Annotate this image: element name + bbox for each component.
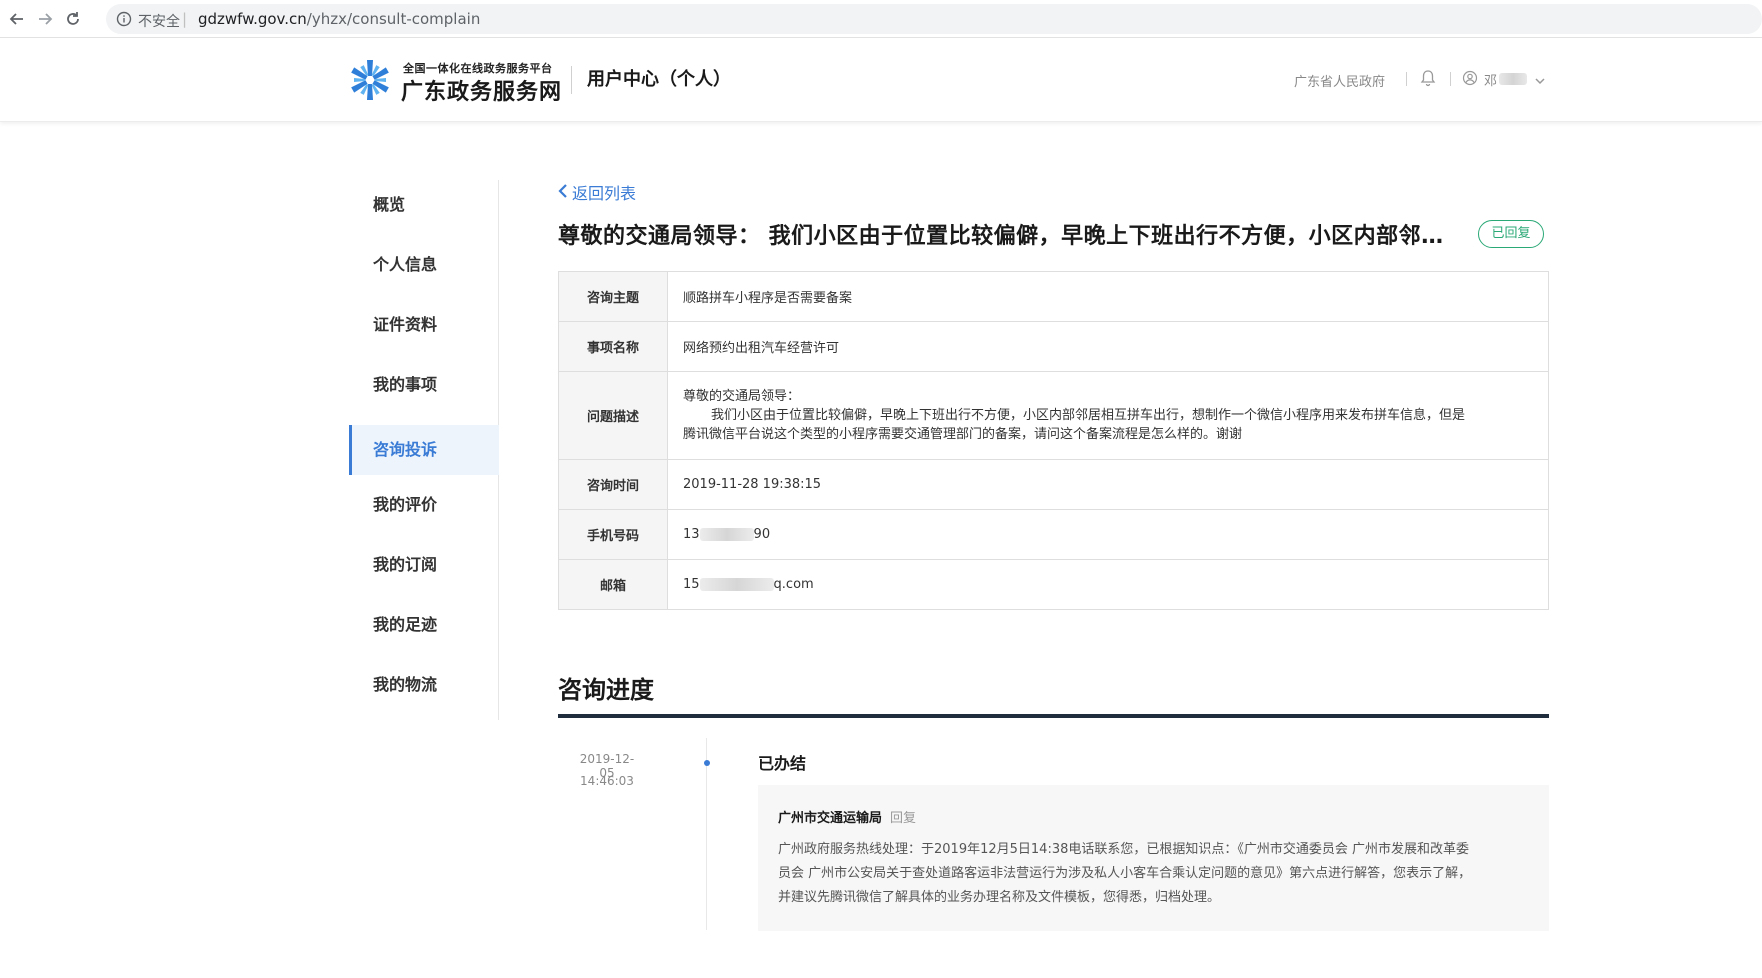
info-icon[interactable] — [116, 11, 132, 31]
table-row: 邮箱 15 q.com — [558, 559, 1549, 610]
sidebar-item-overview[interactable]: 概览 — [349, 180, 499, 230]
user-name[interactable]: 邓 — [1484, 70, 1497, 89]
consult-time-label: 咨询时间 — [558, 459, 668, 510]
url-path: /yhzx/consult-complain — [306, 10, 481, 28]
sidebar-item-my-reviews[interactable]: 我的评价 — [349, 480, 499, 530]
description-label: 问题描述 — [558, 371, 668, 460]
timeline-status: 已办结 — [758, 754, 807, 773]
timeline-line — [706, 738, 707, 930]
sidebar-item-my-matters[interactable]: 我的事项 — [349, 360, 499, 410]
table-row: 手机号码 13 90 — [558, 509, 1549, 560]
logo-title[interactable]: 广东政务服务网 — [401, 74, 562, 106]
site-logo-icon[interactable] — [348, 58, 392, 102]
progress-divider — [558, 714, 1549, 718]
url-host: gdzwfw.gov.cn — [198, 10, 307, 28]
item-name-label: 事项名称 — [558, 321, 668, 372]
table-row: 问题描述 尊敬的交通局领导： 我们小区由于位置比较偏僻，早晚上下班出行不方便，小… — [558, 371, 1549, 460]
sidebar-nav: 概览 个人信息 证件资料 我的事项 咨询投诉 我的评价 我的订阅 我的足迹 我的… — [349, 180, 499, 720]
page-title: 尊敬的交通局领导： 我们小区由于位置比较偏僻，早晚上下班出行不方便，小区内部邻居… — [558, 224, 1458, 249]
user-center-title: 用户中心（个人） — [587, 69, 731, 90]
insecure-label: 不安全 — [138, 14, 180, 30]
browser-toolbar: 不安全 | gdzwfw.gov.cn/yhzx/consult-complai… — [0, 0, 1762, 38]
header-separator — [1450, 72, 1451, 86]
back-arrow-icon[interactable] — [6, 8, 28, 30]
header-separator — [1406, 72, 1407, 86]
chevron-down-icon[interactable] — [1534, 72, 1546, 91]
reload-icon[interactable] — [62, 8, 84, 30]
address-bar[interactable]: 不安全 | gdzwfw.gov.cn/yhzx/consult-complai… — [106, 4, 1762, 34]
reply-tag: 回复 — [890, 811, 917, 826]
timeline-time: 14:46:03 — [580, 774, 634, 788]
user-name-redacted — [1499, 73, 1527, 85]
table-row: 事项名称 网络预约出租汽车经营许可 — [558, 321, 1549, 372]
url-text[interactable]: gdzwfw.gov.cn/yhzx/consult-complain — [198, 10, 480, 28]
chevron-left-icon — [558, 183, 568, 202]
reply-organization: 广州市交通运输局 — [778, 811, 883, 826]
table-row: 咨询主题 顺路拼车小程序是否需要备案 — [558, 271, 1549, 322]
table-row: 咨询时间 2019-11-28 19:38:15 — [558, 459, 1549, 510]
site-header: 全国一体化在线政务服务平台 广东政务服务网 用户中心（个人） 广东省人民政府 邓 — [0, 38, 1762, 122]
subject-label: 咨询主题 — [558, 271, 668, 322]
sidebar-item-my-logistics[interactable]: 我的物流 — [349, 660, 499, 710]
sidebar-item-personal-info[interactable]: 个人信息 — [349, 240, 499, 290]
item-name-value: 网络预约出租汽车经营许可 — [667, 321, 1549, 372]
email-prefix: 15 — [683, 577, 700, 592]
gov-link[interactable]: 广东省人民政府 — [1294, 71, 1385, 90]
email-suffix: q.com — [773, 577, 814, 592]
back-to-list-link[interactable]: 返回列表 — [558, 180, 636, 204]
bell-icon[interactable] — [1420, 69, 1436, 91]
reply-line: 并建议先腾讯微信了解具体的业务办理名称及文件模板，您得悉，归档处理。 — [778, 890, 1221, 905]
phone-prefix: 13 — [683, 527, 700, 542]
email-value: 15 q.com — [667, 559, 1549, 610]
consult-details-table: 咨询主题 顺路拼车小程序是否需要备案 事项名称 网络预约出租汽车经营许可 问题描… — [558, 271, 1549, 610]
header-divider — [571, 66, 572, 94]
email-label: 邮箱 — [558, 559, 668, 610]
reply-header: 广州市交通运输局 回复 — [778, 807, 1529, 826]
phone-value: 13 90 — [667, 509, 1549, 560]
sidebar-item-my-subscriptions[interactable]: 我的订阅 — [349, 540, 499, 590]
forward-arrow-icon[interactable] — [34, 8, 56, 30]
description-line: 我们小区由于位置比较偏僻，早晚上下班出行不方便，小区内部邻居相互拼车出行，想制作… — [711, 408, 1466, 423]
reply-line: 广州政府服务热线处理：于2019年12月5日14:38电话联系您，已根据知识点：… — [778, 842, 1469, 857]
sidebar-item-my-footprints[interactable]: 我的足迹 — [349, 600, 499, 650]
sidebar-item-documents[interactable]: 证件资料 — [349, 300, 499, 350]
user-icon[interactable] — [1462, 70, 1478, 90]
description-value: 尊敬的交通局领导： 我们小区由于位置比较偏僻，早晚上下班出行不方便，小区内部邻居… — [667, 371, 1549, 460]
phone-suffix: 90 — [753, 527, 771, 542]
sidebar-item-consult-complain[interactable]: 咨询投诉 — [349, 425, 499, 475]
reply-line: 员会 广州市公安局关于查处道路客运非法营运行为涉及私人小客车合乘认定问题的意见》… — [778, 866, 1472, 881]
reply-body: 广州政府服务热线处理：于2019年12月5日14:38电话联系您，已根据知识点：… — [778, 838, 1529, 910]
status-badge: 已回复 — [1478, 220, 1544, 248]
progress-section-title: 咨询进度 — [558, 676, 654, 704]
consult-time-value: 2019-11-28 19:38:15 — [667, 459, 1549, 510]
phone-label: 手机号码 — [558, 509, 668, 560]
description-line: 腾讯微信平台说这个类型的小程序需要交通管理部门的备案，请问这个备案流程是怎么样的… — [683, 427, 1243, 442]
address-separator: | — [182, 10, 188, 28]
phone-redacted — [699, 528, 754, 541]
description-line: 尊敬的交通局领导： — [683, 389, 801, 404]
reply-card: 广州市交通运输局 回复 广州政府服务热线处理：于2019年12月5日14:38电话… — [758, 785, 1549, 931]
email-redacted — [699, 578, 774, 591]
back-to-list-label: 返回列表 — [572, 184, 637, 203]
timeline-dot — [704, 760, 710, 766]
subject-value: 顺路拼车小程序是否需要备案 — [667, 271, 1549, 322]
